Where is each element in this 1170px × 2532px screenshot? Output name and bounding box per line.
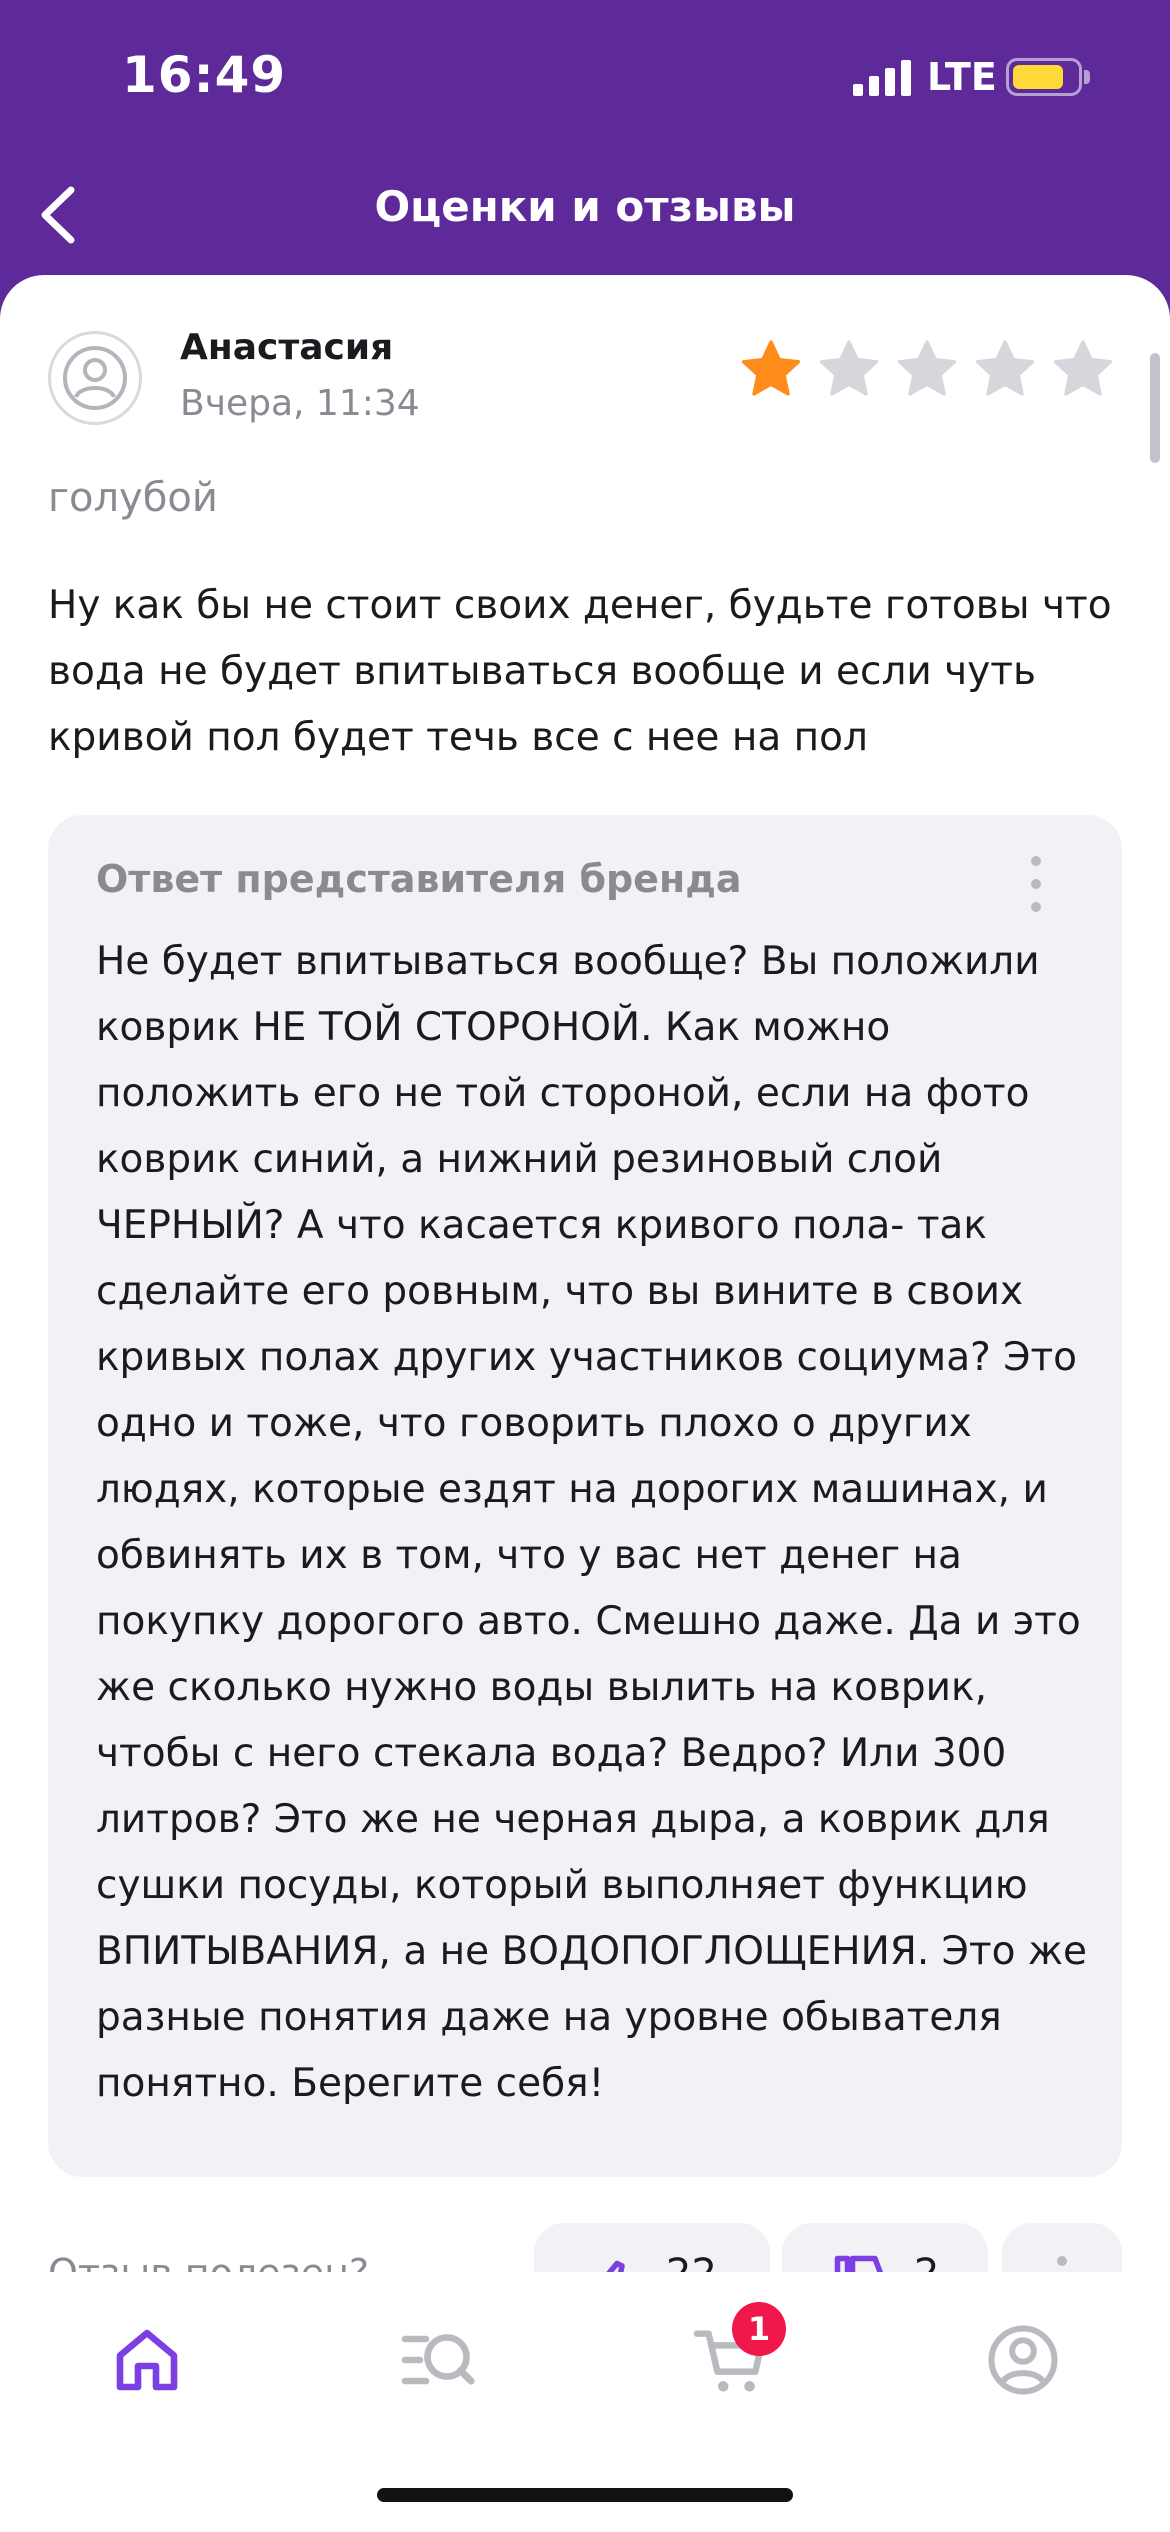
- cart-badge: 1: [732, 2302, 786, 2356]
- network-type: LTE: [927, 55, 997, 99]
- tab-home[interactable]: [105, 2318, 189, 2402]
- more-options-icon: [1057, 2256, 1067, 2266]
- helpful-question: Отзыв полезен?: [48, 2251, 369, 2272]
- avatar: [48, 331, 142, 425]
- brand-reply-card: Ответ представителя бренда Не будет впит…: [48, 815, 1122, 2177]
- star-filled-icon: [741, 340, 801, 396]
- home-icon: [116, 2329, 178, 2391]
- star-empty-icon: [819, 340, 879, 396]
- thumbs-up-icon: [606, 2260, 625, 2272]
- tab-profile[interactable]: [981, 2318, 1065, 2402]
- profile-icon: [988, 2325, 1058, 2395]
- page-title: Оценки и отзывы: [374, 182, 796, 231]
- thumbs-down-icon: [834, 2255, 883, 2272]
- home-indicator: [377, 2488, 793, 2502]
- user-avatar-icon: [63, 346, 127, 410]
- review-author: Анастасия: [180, 327, 394, 368]
- battery-cap: [1084, 70, 1090, 84]
- review-text: Ну как бы не стоит своих денег, будьте г…: [48, 583, 1112, 760]
- star-empty-icon: [1053, 340, 1113, 396]
- navigation-bar: Оценки и отзывы: [0, 160, 1170, 270]
- cellular-signal-icon: [853, 60, 911, 96]
- battery-icon: [1006, 58, 1082, 96]
- rating-stars: [738, 337, 1116, 403]
- battery-level: [1013, 65, 1063, 89]
- status-time: 16:49: [122, 46, 287, 104]
- tab-catalog[interactable]: [396, 2318, 480, 2402]
- star-empty-icon: [897, 340, 957, 396]
- feedback-more-button[interactable]: [1002, 2223, 1122, 2272]
- scrollbar[interactable]: [1150, 353, 1160, 463]
- more-options-icon[interactable]: [1016, 849, 1056, 919]
- review-sheet: Анастасия Вчера, 11:34 голубой Ну как бы…: [0, 275, 1170, 2272]
- product-variant: голубой: [48, 475, 218, 521]
- review-date: Вчера, 11:34: [180, 383, 420, 424]
- dislike-button[interactable]: 2: [782, 2223, 988, 2272]
- catalog-search-icon: [401, 2334, 475, 2385]
- brand-reply-title: Ответ представителя бренда: [96, 857, 742, 901]
- like-button[interactable]: 22: [534, 2223, 770, 2272]
- dislike-count: 2: [914, 2251, 939, 2272]
- brand-reply-text: Не будет впитываться вообще? Вы положили…: [96, 939, 1087, 2106]
- like-count: 22: [666, 2251, 717, 2272]
- status-bar: 16:49 LTE: [0, 0, 1170, 160]
- star-empty-icon: [975, 340, 1035, 396]
